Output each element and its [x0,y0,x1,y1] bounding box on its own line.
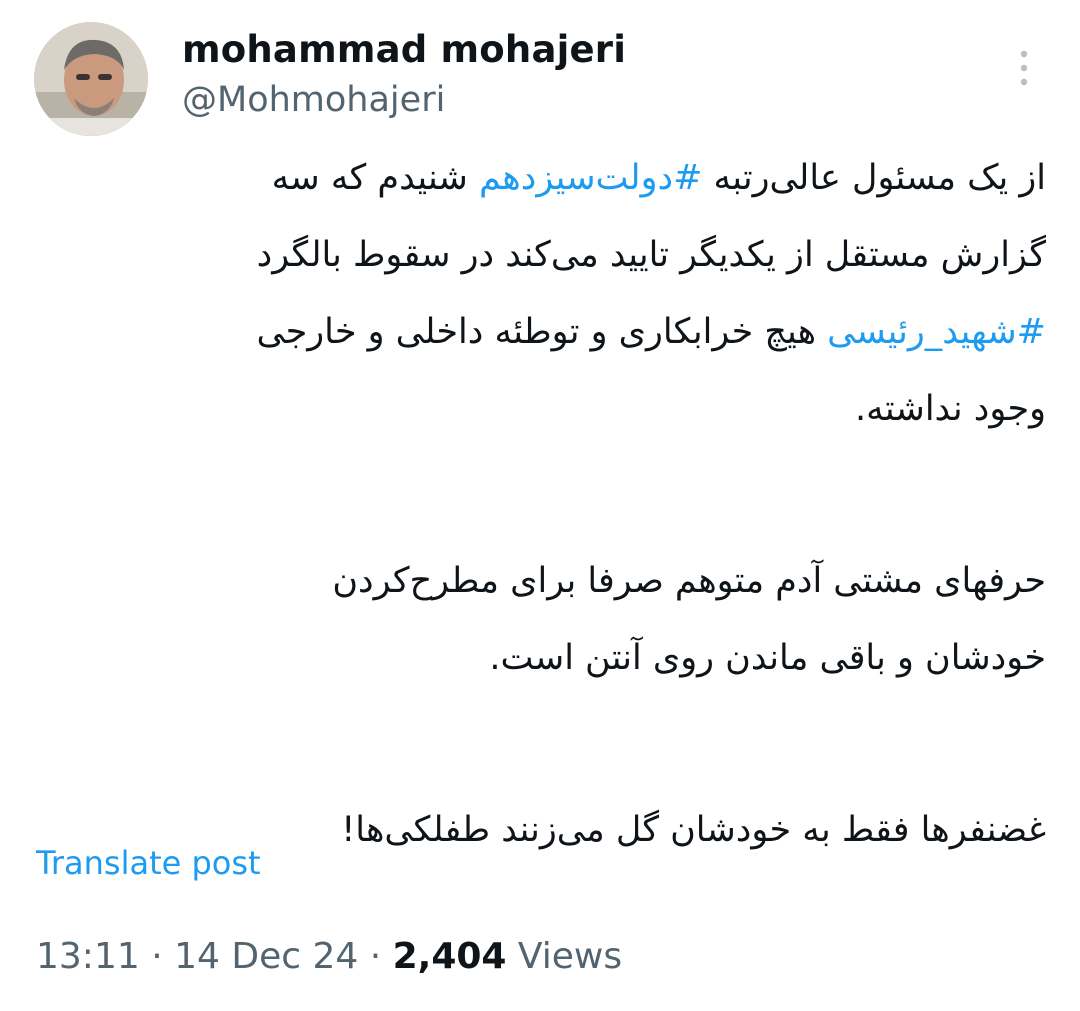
post-time[interactable]: 13:11 [36,936,140,977]
tweet-metadata: 13:11 · 14 Dec 24 · 2,404 Views [36,936,622,977]
tweet-line: خودشان و باقی ماندن روی آنتن است. [489,638,1046,678]
views-count: 2,404 [392,936,507,977]
views-label: Views [506,936,623,977]
tweet-line: از یک مسئول عالی‌رتبه #دولت‌سیزدهم شنیدم… [34,158,1046,237]
tweet-line: #شهید_رئیسی هیچ خرابکاری و توطئه داخلی و… [34,312,1046,391]
profile-photo-avatar [34,22,148,136]
tweet-text-segment: شنیدم که سه [271,158,480,198]
post-date[interactable]: 14 Dec 24 [174,936,358,977]
tweet-text-segment: از یک مسئول عالی‌رتبه [702,158,1046,198]
tweet-paragraph: از یک مسئول عالی‌رتبه #دولت‌سیزدهم شنیدم… [34,158,1046,468]
translate-post-link[interactable]: Translate post [36,844,261,882]
hashtag-link[interactable]: #شهید_رئیسی [827,312,1046,352]
author-handle[interactable]: @Mohmohajeri [182,80,445,120]
more-vertical-icon [1020,50,1028,86]
meta-separator: · [139,936,175,977]
tweet-line: گزارش مستقل از یکدیگر تایید می‌کند در سق… [256,235,1046,275]
tweet-line: وجود نداشته. [855,389,1046,429]
tweet-line: حرفهای مشتی آدم متوهم صرفا برای مطرح‌کرد… [332,561,1046,601]
hashtag-link[interactable]: #دولت‌سیزدهم [479,158,702,198]
tweet-paragraph: حرفهای مشتی آدم متوهم صرفا برای مطرح‌کرد… [34,561,1046,717]
avatar[interactable] [34,22,148,136]
author-display-name[interactable]: mohammad mohajeri [182,28,626,71]
tweet-text-segment: هیچ خرابکاری و توطئه داخلی و خارجی [256,312,828,352]
meta-separator: · [358,936,393,977]
more-options-button[interactable] [1004,46,1044,90]
